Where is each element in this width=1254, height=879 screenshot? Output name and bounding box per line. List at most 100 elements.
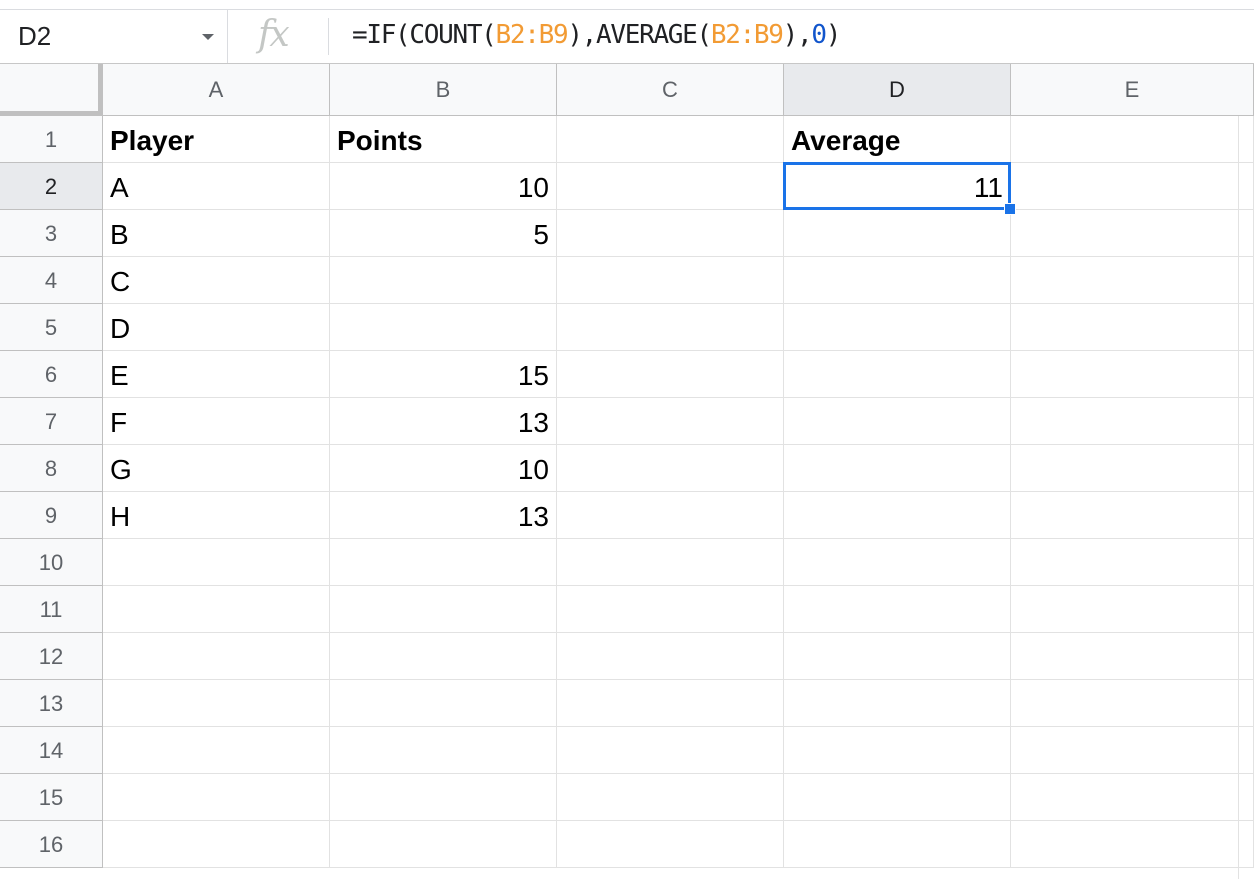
cell-a2[interactable]: A — [103, 163, 330, 210]
row-header-9[interactable]: 9 — [0, 492, 103, 539]
cell-b4[interactable] — [330, 257, 557, 304]
row-header-4[interactable]: 4 — [0, 257, 103, 304]
cell-e1[interactable] — [1011, 116, 1254, 163]
cell-c6[interactable] — [557, 351, 784, 398]
row-header-8[interactable]: 8 — [0, 445, 103, 492]
cell-e6[interactable] — [1011, 351, 1254, 398]
cell-c5[interactable] — [557, 304, 784, 351]
cell-d10[interactable] — [784, 539, 1011, 586]
row-header-14[interactable]: 14 — [0, 727, 103, 774]
cell-c7[interactable] — [557, 398, 784, 445]
column-header-a[interactable]: A — [103, 64, 330, 116]
cell-b5[interactable] — [330, 304, 557, 351]
cell-b6[interactable]: 15 — [330, 351, 557, 398]
cell-a6[interactable]: E — [103, 351, 330, 398]
cell-d12[interactable] — [784, 633, 1011, 680]
cell-d14[interactable] — [784, 727, 1011, 774]
row-header-2[interactable]: 2 — [0, 163, 103, 210]
cell-c3[interactable] — [557, 210, 784, 257]
row-header-5[interactable]: 5 — [0, 304, 103, 351]
cell-e8[interactable] — [1011, 445, 1254, 492]
cell-c12[interactable] — [557, 633, 784, 680]
cell-b13[interactable] — [330, 680, 557, 727]
name-box[interactable]: D2 — [0, 10, 228, 63]
cell-e12[interactable] — [1011, 633, 1254, 680]
row-header-7[interactable]: 7 — [0, 398, 103, 445]
cell-a16[interactable] — [103, 821, 330, 868]
cell-a14[interactable] — [103, 727, 330, 774]
row-header-1[interactable]: 1 — [0, 116, 103, 163]
chevron-down-icon[interactable] — [202, 34, 214, 40]
cell-d13[interactable] — [784, 680, 1011, 727]
cell-d9[interactable] — [784, 492, 1011, 539]
cell-e10[interactable] — [1011, 539, 1254, 586]
row-header-12[interactable]: 12 — [0, 633, 103, 680]
cell-a7[interactable]: F — [103, 398, 330, 445]
cell-c13[interactable] — [557, 680, 784, 727]
cell-d3[interactable] — [784, 210, 1011, 257]
cell-d4[interactable] — [784, 257, 1011, 304]
cell-d16[interactable] — [784, 821, 1011, 868]
cell-b12[interactable] — [330, 633, 557, 680]
cell-e9[interactable] — [1011, 492, 1254, 539]
row-header-10[interactable]: 10 — [0, 539, 103, 586]
row-header-16[interactable]: 16 — [0, 821, 103, 868]
cell-b16[interactable] — [330, 821, 557, 868]
cell-c1[interactable] — [557, 116, 784, 163]
cell-b3[interactable]: 5 — [330, 210, 557, 257]
cell-b8[interactable]: 10 — [330, 445, 557, 492]
cell-c2[interactable] — [557, 163, 784, 210]
row-header-11[interactable]: 11 — [0, 586, 103, 633]
cell-c11[interactable] — [557, 586, 784, 633]
cell-e3[interactable] — [1011, 210, 1254, 257]
row-header-6[interactable]: 6 — [0, 351, 103, 398]
cell-b15[interactable] — [330, 774, 557, 821]
cell-a1[interactable]: Player — [103, 116, 330, 163]
cell-e14[interactable] — [1011, 727, 1254, 774]
cell-d5[interactable] — [784, 304, 1011, 351]
cell-d6[interactable] — [784, 351, 1011, 398]
cell-d15[interactable] — [784, 774, 1011, 821]
cell-b11[interactable] — [330, 586, 557, 633]
cell-c9[interactable] — [557, 492, 784, 539]
column-header-e[interactable]: E — [1011, 64, 1254, 116]
cell-b14[interactable] — [330, 727, 557, 774]
cell-c10[interactable] — [557, 539, 784, 586]
cell-e7[interactable] — [1011, 398, 1254, 445]
cell-a8[interactable]: G — [103, 445, 330, 492]
formula-input[interactable]: =IF(COUNT(B2:B9),AVERAGE(B2:B9),0) — [352, 20, 841, 50]
cell-a13[interactable] — [103, 680, 330, 727]
cell-a9[interactable]: H — [103, 492, 330, 539]
cell-a15[interactable] — [103, 774, 330, 821]
cell-a10[interactable] — [103, 539, 330, 586]
cell-c16[interactable] — [557, 821, 784, 868]
cell-b10[interactable] — [330, 539, 557, 586]
cell-e4[interactable] — [1011, 257, 1254, 304]
name-box-value[interactable]: D2 — [18, 21, 51, 52]
cell-c4[interactable] — [557, 257, 784, 304]
cell-c15[interactable] — [557, 774, 784, 821]
column-header-c[interactable]: C — [557, 64, 784, 116]
fill-handle[interactable] — [1004, 203, 1016, 215]
cell-a5[interactable]: D — [103, 304, 330, 351]
cell-e5[interactable] — [1011, 304, 1254, 351]
cell-e11[interactable] — [1011, 586, 1254, 633]
row-header-13[interactable]: 13 — [0, 680, 103, 727]
cell-b2[interactable]: 10 — [330, 163, 557, 210]
cell-d11[interactable] — [784, 586, 1011, 633]
cell-d7[interactable] — [784, 398, 1011, 445]
cell-a11[interactable] — [103, 586, 330, 633]
cell-e16[interactable] — [1011, 821, 1254, 868]
cell-c14[interactable] — [557, 727, 784, 774]
cell-e2[interactable] — [1011, 163, 1254, 210]
cell-e15[interactable] — [1011, 774, 1254, 821]
cell-c8[interactable] — [557, 445, 784, 492]
cell-a3[interactable]: B — [103, 210, 330, 257]
cell-b9[interactable]: 13 — [330, 492, 557, 539]
cell-e13[interactable] — [1011, 680, 1254, 727]
row-header-3[interactable]: 3 — [0, 210, 103, 257]
column-header-d[interactable]: D — [784, 64, 1011, 116]
cell-d8[interactable] — [784, 445, 1011, 492]
row-header-15[interactable]: 15 — [0, 774, 103, 821]
cell-b1[interactable]: Points — [330, 116, 557, 163]
